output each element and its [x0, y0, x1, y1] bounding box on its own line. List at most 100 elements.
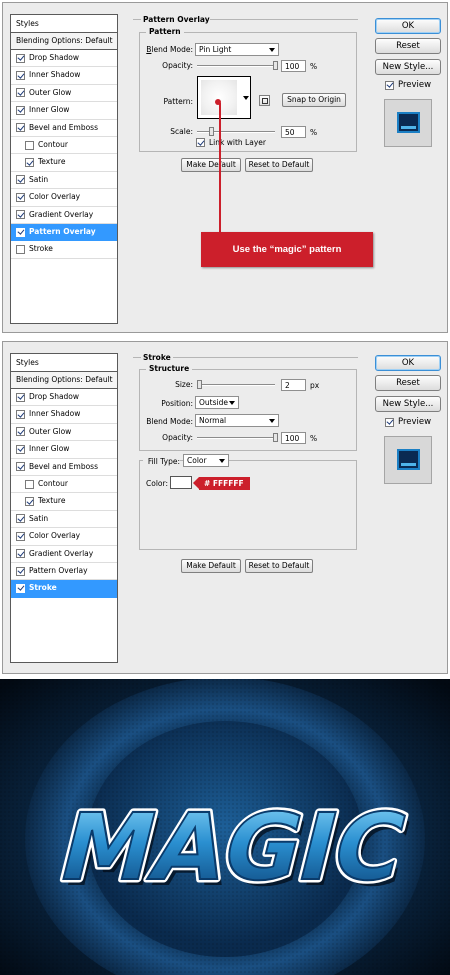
checkbox-icon[interactable]: [25, 140, 34, 150]
checkbox-icon[interactable]: [16, 105, 25, 115]
section-title: Stroke: [143, 353, 174, 362]
style-item-pattern-overlay[interactable]: Pattern Overlay: [11, 223, 117, 242]
style-item-bevel-and-emboss[interactable]: Bevel and Emboss: [11, 459, 117, 476]
blending-options-item[interactable]: Blending Options: Default: [11, 33, 117, 50]
link-with-layer-checkbox[interactable]: Link with Layer: [196, 138, 266, 147]
checkbox-icon[interactable]: [25, 158, 34, 168]
style-item-satin[interactable]: Satin: [11, 172, 117, 190]
checkbox-icon[interactable]: [16, 227, 25, 237]
section-rule-left: [133, 19, 141, 20]
pattern-label: Pattern:: [163, 97, 193, 106]
scale-slider-thumb[interactable]: [209, 127, 214, 136]
opacity-slider-thumb[interactable]: [273, 61, 278, 70]
opacity-slider[interactable]: [197, 65, 275, 67]
size-slider-thumb[interactable]: [196, 380, 202, 389]
style-item-label: Gradient Overlay: [29, 548, 94, 558]
checkbox-icon[interactable]: [16, 123, 25, 133]
checkbox-icon[interactable]: [16, 88, 25, 98]
checkbox-icon[interactable]: [16, 192, 25, 202]
opacity-input[interactable]: 100: [281, 432, 306, 444]
scale-label: Scale:: [170, 127, 193, 136]
size-input[interactable]: 2: [281, 379, 306, 391]
make-default-button[interactable]: Make Default: [181, 158, 241, 172]
position-select[interactable]: Outside: [195, 396, 239, 409]
checkbox-icon[interactable]: [16, 392, 25, 402]
style-item-outer-glow[interactable]: Outer Glow: [11, 85, 117, 103]
checkbox-icon[interactable]: [16, 583, 25, 593]
ok-button[interactable]: OK: [375, 18, 441, 34]
checkbox-icon[interactable]: [16, 244, 25, 254]
opacity-slider-thumb[interactable]: [273, 433, 278, 442]
style-item-label: Inner Shadow: [29, 70, 81, 80]
checkbox-icon[interactable]: [16, 514, 25, 524]
checkbox-icon[interactable]: [385, 417, 394, 427]
style-item-pattern-overlay[interactable]: Pattern Overlay: [11, 563, 117, 581]
pattern-picker-toggle[interactable]: [241, 76, 251, 119]
snap-to-origin-button[interactable]: Snap to Origin: [282, 93, 346, 107]
blend-mode-select[interactable]: Pin Light: [195, 43, 279, 56]
checkbox-icon[interactable]: [196, 138, 205, 147]
checkbox-icon[interactable]: [16, 566, 25, 576]
style-item-gradient-overlay[interactable]: Gradient Overlay: [11, 546, 117, 563]
percent-unit: %: [310, 62, 318, 71]
reset-button[interactable]: Reset: [375, 375, 441, 391]
blend-mode-select[interactable]: Normal: [195, 414, 279, 427]
styles-list: Styles Blending Options: Default Drop Sh…: [10, 353, 118, 663]
checkbox-icon[interactable]: [16, 531, 25, 541]
new-style-button[interactable]: New Style...: [375, 396, 441, 412]
style-item-gradient-overlay[interactable]: Gradient Overlay: [11, 207, 117, 224]
style-item-inner-shadow[interactable]: Inner Shadow: [11, 406, 117, 424]
style-item-outer-glow[interactable]: Outer Glow: [11, 424, 117, 442]
checkbox-icon[interactable]: [16, 175, 25, 185]
fill-type-select[interactable]: Color: [183, 454, 229, 467]
checkbox-icon[interactable]: [25, 497, 34, 507]
style-item-inner-glow[interactable]: Inner Glow: [11, 102, 117, 120]
style-item-stroke[interactable]: Stroke: [11, 241, 117, 259]
reset-to-default-button[interactable]: Reset to Default: [245, 158, 313, 172]
new-style-button[interactable]: New Style...: [375, 59, 441, 75]
reset-to-default-button[interactable]: Reset to Default: [245, 559, 313, 573]
ok-button[interactable]: OK: [375, 355, 441, 371]
style-item-stroke[interactable]: Stroke: [11, 580, 117, 598]
section-rule-left: [133, 357, 141, 358]
style-item-inner-glow[interactable]: Inner Glow: [11, 441, 117, 459]
reset-button[interactable]: Reset: [375, 38, 441, 54]
style-item-drop-shadow[interactable]: Drop Shadow: [11, 389, 117, 407]
style-item-contour[interactable]: Contour: [11, 137, 117, 155]
styles-list: Styles Blending Options: Default Drop Sh…: [10, 14, 118, 324]
style-item-drop-shadow[interactable]: Drop Shadow: [11, 50, 117, 68]
checkbox-icon[interactable]: [16, 410, 25, 420]
style-item-color-overlay[interactable]: Color Overlay: [11, 528, 117, 546]
checkbox-icon[interactable]: [16, 53, 25, 63]
style-item-texture[interactable]: Texture: [11, 493, 117, 511]
color-swatch[interactable]: [170, 476, 192, 489]
link-with-layer-label: Link with Layer: [209, 138, 266, 147]
make-default-button[interactable]: Make Default: [181, 559, 241, 573]
new-preset-button[interactable]: [259, 95, 270, 106]
preview-checkbox[interactable]: Preview: [385, 417, 431, 427]
checkbox-icon[interactable]: [385, 80, 394, 90]
style-item-contour[interactable]: Contour: [11, 476, 117, 494]
checkbox-icon[interactable]: [16, 210, 25, 220]
style-item-satin[interactable]: Satin: [11, 511, 117, 529]
checkbox-icon[interactable]: [16, 549, 25, 559]
opacity-slider[interactable]: [197, 437, 275, 439]
style-item-color-overlay[interactable]: Color Overlay: [11, 189, 117, 207]
checkbox-icon[interactable]: [16, 427, 25, 437]
checkbox-icon[interactable]: [16, 444, 25, 454]
magic-title: MAGIC: [49, 794, 416, 901]
checkbox-icon[interactable]: [16, 71, 25, 81]
section-rule-right: [210, 19, 358, 20]
magic-title-group: MAGIC MAGIC MAGIC: [46, 791, 421, 908]
size-slider[interactable]: [197, 384, 275, 386]
position-value: Outside: [199, 398, 228, 407]
style-item-inner-shadow[interactable]: Inner Shadow: [11, 67, 117, 85]
checkbox-icon[interactable]: [16, 462, 25, 472]
style-item-texture[interactable]: Texture: [11, 154, 117, 172]
scale-input[interactable]: 50: [281, 126, 306, 138]
checkbox-icon[interactable]: [25, 479, 34, 489]
blending-options-item[interactable]: Blending Options: Default: [11, 372, 117, 389]
opacity-input[interactable]: 100: [281, 60, 306, 72]
preview-checkbox[interactable]: Preview: [385, 80, 431, 90]
style-item-bevel-and-emboss[interactable]: Bevel and Emboss: [11, 120, 117, 137]
